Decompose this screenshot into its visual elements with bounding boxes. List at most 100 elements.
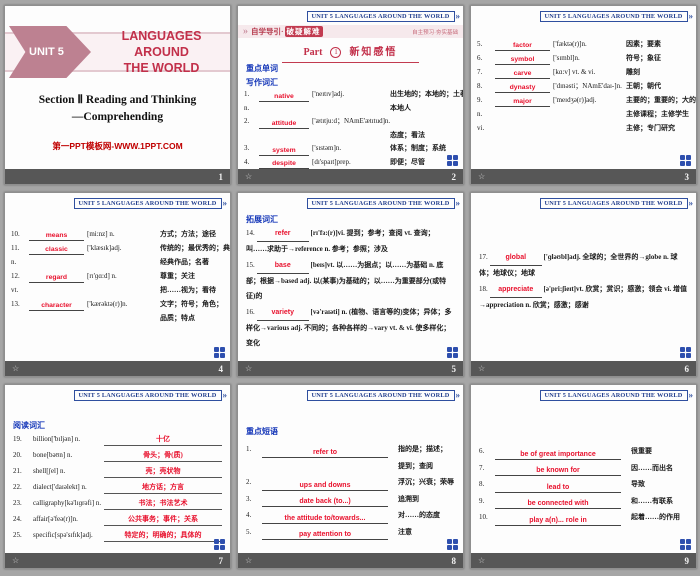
- vocab-row: vi. 主修；专门研究: [471, 121, 696, 135]
- vocab-paragraphs: 拓展词汇 14.refer [rɪ'fɜ:(r)]vi. 提到；参考；查阅 vt…: [238, 209, 463, 351]
- vocab-item: 14.refer [rɪ'fɜ:(r)]vi. 提到；参考；查阅 vt. 查询；…: [246, 226, 455, 257]
- phrase-answer: date back (to...): [262, 494, 388, 507]
- star-icon: ☆: [478, 556, 485, 565]
- phrase-row: 2. ups and downs 浮沉；兴衰；荣辱: [238, 474, 463, 491]
- slide-1-footer: ☆ 1: [5, 169, 230, 184]
- nav-badge-icon[interactable]: [680, 539, 691, 550]
- page-number: 7: [219, 556, 224, 566]
- page-number: 9: [685, 556, 690, 566]
- slide-7-footer: ☆ 7: [5, 553, 230, 568]
- vocab-row: 13. character ['kærəktə(r)]n. 文字；符号；角色；: [5, 297, 230, 311]
- nav-badge-icon[interactable]: [447, 347, 458, 358]
- slide-3-body: UNIT 5 LANGUAGES AROUND THE WORLD » 5. f…: [471, 6, 696, 169]
- vocab-row: n. 经典作品；名著: [5, 255, 230, 269]
- star-icon: ☆: [245, 172, 252, 181]
- star-icon: ☆: [12, 556, 19, 565]
- vocab-paragraphs: 17.global ['ɡləʊbl]adj. 全球的；全世界的→globe n…: [471, 209, 696, 313]
- unit-header-box: UNIT 5 LANGUAGES AROUND THE WORLD: [74, 198, 222, 209]
- subhead-extended-vocab: 拓展词汇: [246, 211, 455, 225]
- slide-4-footer: ☆ 4: [5, 361, 230, 376]
- slide-thumbnail-9[interactable]: UNIT 5 LANGUAGES AROUND THE WORLD » 6. b…: [470, 384, 697, 569]
- vocab-word: variety: [257, 305, 309, 321]
- phrase-row: 5. pay attention to 注意: [238, 524, 463, 541]
- slide-1-body: UNIT 5 LANGUAGES AROUND THE WORLD Sectio…: [5, 6, 230, 169]
- unit-header-box: UNIT 5 LANGUAGES AROUND THE WORLD: [540, 198, 688, 209]
- vocab-word: character: [29, 299, 84, 311]
- nav-badge-icon[interactable]: [214, 539, 225, 550]
- phrase-row: 10. play a(n)... role in 起着……的作用: [471, 509, 696, 526]
- vocab-row: 25. specific[spə'sɪfɪk]adj. 特定的；明确的；具体的: [5, 527, 230, 543]
- vocab-word: appreciate: [490, 282, 542, 298]
- slide-thumbnail-8[interactable]: UNIT 5 LANGUAGES AROUND THE WORLD » 重点短语…: [237, 384, 464, 569]
- vocab-row: 22. dialect['daɪəlekt] n. 地方话；方言: [5, 479, 230, 495]
- page-number: 2: [452, 172, 457, 182]
- vocab-row: 19. billion['bɪljən] n. 十亿: [5, 431, 230, 447]
- unit-header: UNIT 5 LANGUAGES AROUND THE WORLD »: [471, 385, 696, 401]
- part-heading: Part 1 新知感悟: [238, 42, 463, 60]
- phrase-row: 1. refer to 指的是；描述；: [238, 441, 463, 458]
- phrase-list: 1. refer to 指的是；描述； 提到；查阅 2. ups and dow…: [238, 441, 463, 540]
- slide-thumbnail-3[interactable]: UNIT 5 LANGUAGES AROUND THE WORLD » 5. f…: [470, 5, 697, 185]
- slide-thumbnail-2[interactable]: UNIT 5 LANGUAGES AROUND THE WORLD » » 自学…: [237, 5, 464, 185]
- section-title-line1: Section Ⅱ Reading and Thinking: [5, 92, 230, 109]
- chevron-right-icon: »: [223, 391, 228, 400]
- chevron-right-icon: »: [689, 391, 694, 400]
- slide-thumbnail-6[interactable]: UNIT 5 LANGUAGES AROUND THE WORLD » 17.g…: [470, 192, 697, 377]
- banner-subtitle: 自主预习·夯实基础: [412, 28, 458, 36]
- slide-thumbnail-7[interactable]: UNIT 5 LANGUAGES AROUND THE WORLD » 阅读词汇…: [4, 384, 231, 569]
- chevron-right-icon: »: [456, 12, 461, 21]
- phrase-row: 6. be of great importance 很重要: [471, 443, 696, 460]
- section-title-line2: —Comprehending: [5, 109, 230, 126]
- answer-text: 壳；壳状物: [104, 465, 222, 478]
- slide-thumbnail-5[interactable]: UNIT 5 LANGUAGES AROUND THE WORLD » 拓展词汇…: [237, 192, 464, 377]
- vocab-row: 1. native ['neɪtɪv]adj. 出生地的；本地的；土著的: [238, 88, 463, 102]
- nav-badge-icon[interactable]: [680, 155, 691, 166]
- answer-text: 公共事务；事件；关系: [104, 513, 222, 526]
- vocab-word: despite: [259, 157, 309, 169]
- vocab-row: 7. carve [kɑ:v] vt. & vi. 雕刻: [471, 65, 696, 79]
- subhead-key-phrases: 重点短语: [238, 423, 463, 437]
- nav-badge-icon[interactable]: [447, 539, 458, 550]
- vocab-row: 9. major ['meɪdʒə(r)]adj. 主要的；重要的；大的: [471, 93, 696, 107]
- phrase-row: 8. lead to 导致: [471, 476, 696, 493]
- vocab-item: 18.appreciate [ə'pri:ʃieɪt]vt. 欣赏；赏识；感激；…: [479, 282, 688, 313]
- unit-header: UNIT 5 LANGUAGES AROUND THE WORLD »: [5, 385, 230, 401]
- vocab-row: 4. despite [dɪ'spaɪt]prep. 即便；尽管: [238, 156, 463, 170]
- slide-4-body: UNIT 5 LANGUAGES AROUND THE WORLD » 10. …: [5, 193, 230, 361]
- unit-label: UNIT 5: [29, 46, 64, 58]
- phrase-answer: lead to: [495, 480, 621, 493]
- vocab-word: factor: [495, 39, 550, 51]
- nav-badge-icon[interactable]: [214, 347, 225, 358]
- nav-badge-icon[interactable]: [447, 155, 458, 166]
- star-icon: ☆: [478, 364, 485, 373]
- vocab-word: means: [29, 229, 84, 241]
- unit-header-box: UNIT 5 LANGUAGES AROUND THE WORLD: [307, 11, 455, 22]
- slide-3-footer: ☆ 3: [471, 169, 696, 184]
- slide-thumbnail-1[interactable]: UNIT 5 LANGUAGES AROUND THE WORLD Sectio…: [4, 5, 231, 185]
- part-title-text: 新知感悟: [349, 47, 397, 58]
- section-banner: » 自学导引· 破疑解难 自主预习·夯实基础: [238, 25, 463, 38]
- cover-banner: UNIT 5 LANGUAGES AROUND THE WORLD: [5, 32, 230, 72]
- vocab-row: 品质；特点: [5, 311, 230, 325]
- vocab-row: 10. means [mi:nz] n. 方式；方法；途径: [5, 227, 230, 241]
- unit-arrow-shape: UNIT 5: [9, 26, 91, 78]
- unit-header: UNIT 5 LANGUAGES AROUND THE WORLD »: [5, 193, 230, 209]
- vocab-item: 16.variety [və'raɪəti] n. (植物、语言等的)变体；异体…: [246, 305, 455, 351]
- chevron-right-icon: »: [456, 391, 461, 400]
- vocab-row: vt. 把……视为；看待: [5, 283, 230, 297]
- unit-header: UNIT 5 LANGUAGES AROUND THE WORLD »: [238, 193, 463, 209]
- vocab-word: base: [257, 258, 309, 274]
- nav-badge-icon[interactable]: [680, 347, 691, 358]
- star-icon: ☆: [478, 172, 485, 181]
- unit-header-box: UNIT 5 LANGUAGES AROUND THE WORLD: [540, 11, 688, 22]
- unit-header-box: UNIT 5 LANGUAGES AROUND THE WORLD: [307, 390, 455, 401]
- vocab-word: symbol: [495, 53, 550, 65]
- slide-thumbnail-4[interactable]: UNIT 5 LANGUAGES AROUND THE WORLD » 10. …: [4, 192, 231, 377]
- vocab-list: 10. means [mi:nz] n. 方式；方法；途径 11. classi…: [5, 209, 230, 325]
- phrase-row: 提到；查阅: [238, 458, 463, 475]
- vocab-word: native: [259, 90, 309, 102]
- phrase-answer: be of great importance: [495, 447, 621, 460]
- phrase-answer: be connected with: [495, 496, 621, 509]
- banner-title-plain: 自学导引·: [251, 26, 284, 37]
- page-number: 1: [219, 172, 224, 182]
